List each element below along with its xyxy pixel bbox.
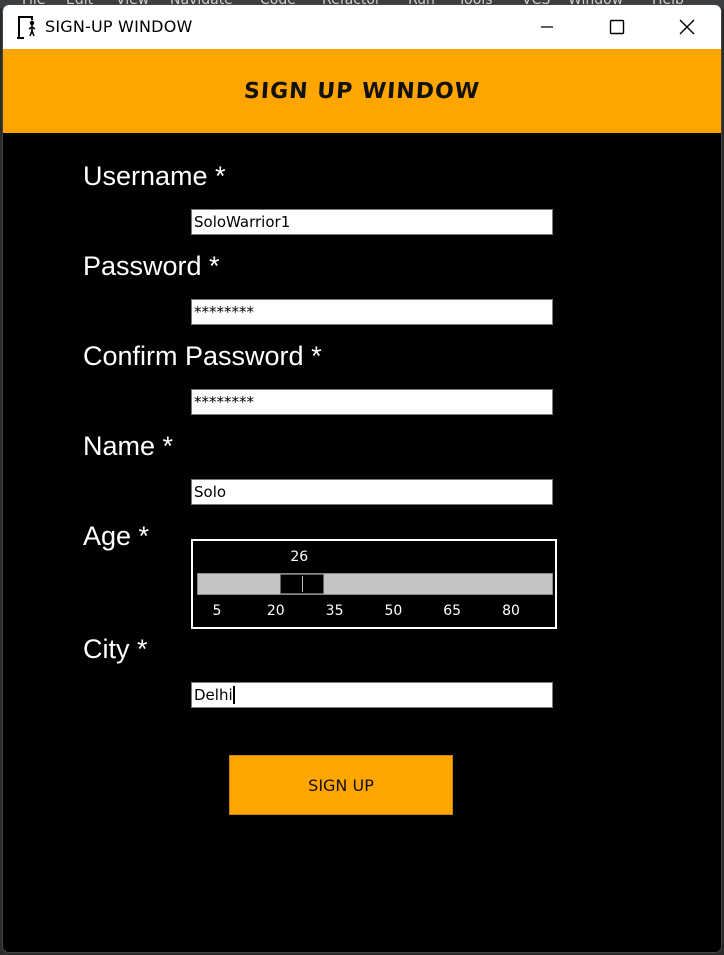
age-slider-trough[interactable] xyxy=(197,573,553,595)
age-tick-label: 20 xyxy=(266,603,285,619)
close-button[interactable] xyxy=(652,5,721,49)
username-input[interactable] xyxy=(191,209,553,235)
title-bar: SIGN-UP WINDOW xyxy=(3,5,721,49)
signup-window: SIGN-UP WINDOW SIGN UP WINDOW Username *… xyxy=(2,4,722,953)
banner-title: SIGN UP WINDOW xyxy=(243,78,481,104)
username-label: Username * xyxy=(83,161,226,191)
age-tick-label: 50 xyxy=(384,603,403,619)
hangman-feather-icon xyxy=(17,16,36,39)
password-label: Password * xyxy=(83,251,220,281)
minimize-icon xyxy=(541,26,553,28)
age-tick-label: 80 xyxy=(502,603,520,619)
minimize-button[interactable] xyxy=(512,5,582,49)
confirm-password-input[interactable] xyxy=(191,389,553,415)
confirm-password-label: Confirm Password * xyxy=(83,341,322,371)
name-input[interactable] xyxy=(191,479,553,505)
age-slider-thumb[interactable] xyxy=(280,574,325,594)
header-banner: SIGN UP WINDOW xyxy=(3,49,721,133)
name-label: Name * xyxy=(83,431,174,461)
window-title: SIGN-UP WINDOW xyxy=(45,17,193,36)
city-input[interactable]: Delhi xyxy=(191,682,553,708)
city-input-value: Delhi xyxy=(194,686,233,704)
password-input[interactable] xyxy=(191,299,553,325)
maximize-button[interactable] xyxy=(582,5,652,49)
age-slider[interactable]: 26 5 20 35 50 65 80 xyxy=(191,539,557,629)
age-slider-value: 26 xyxy=(290,549,309,565)
city-label: City * xyxy=(83,634,148,664)
age-tick-label: 65 xyxy=(443,603,462,619)
maximize-icon xyxy=(609,19,625,35)
age-tick-label: 35 xyxy=(325,603,344,619)
close-icon xyxy=(679,19,695,35)
age-label: Age * xyxy=(83,521,150,551)
text-caret xyxy=(232,686,235,704)
sign-up-button[interactable]: SIGN UP xyxy=(229,755,453,815)
age-tick-label: 5 xyxy=(212,603,222,619)
